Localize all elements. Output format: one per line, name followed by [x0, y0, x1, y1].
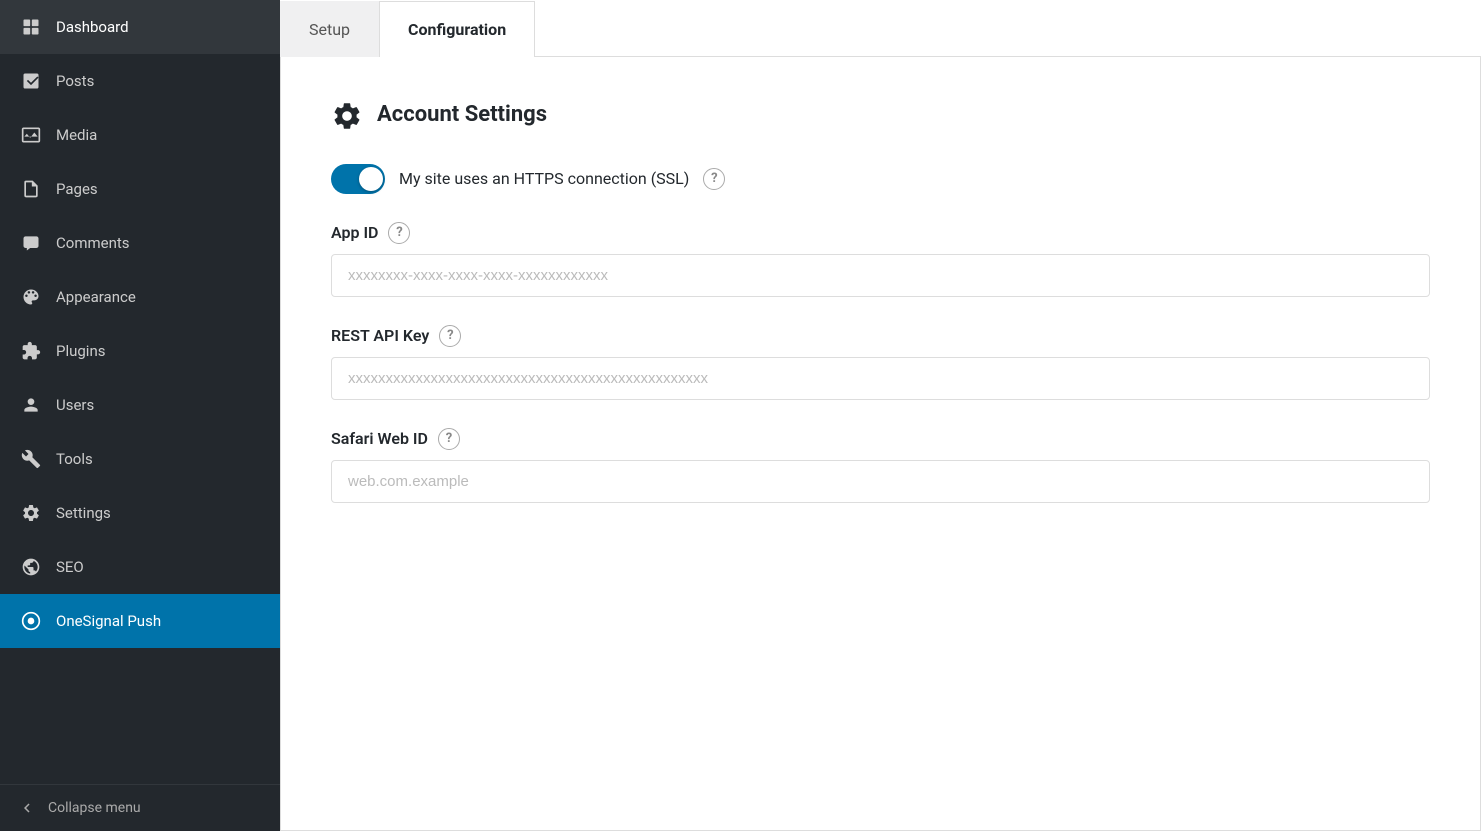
seo-icon [18, 554, 44, 580]
ssl-toggle-row: My site uses an HTTPS connection (SSL) ? [331, 164, 1430, 194]
sidebar-label-tools: Tools [56, 450, 93, 468]
collapse-icon [18, 799, 36, 817]
safari-web-id-help-badge[interactable]: ? [438, 428, 460, 450]
collapse-label: Collapse menu [48, 800, 141, 816]
sidebar-item-seo[interactable]: SEO [0, 540, 280, 594]
safari-web-id-field-group: Safari Web ID ? [331, 428, 1430, 503]
posts-icon [18, 68, 44, 94]
sidebar-item-pages[interactable]: Pages [0, 162, 280, 216]
rest-api-key-input[interactable] [331, 357, 1430, 400]
sidebar-item-settings[interactable]: Settings [0, 486, 280, 540]
app-id-input[interactable] [331, 254, 1430, 297]
safari-web-id-label-row: Safari Web ID ? [331, 428, 1430, 450]
rest-api-key-help-badge[interactable]: ? [439, 325, 461, 347]
sidebar-item-plugins[interactable]: Plugins [0, 324, 280, 378]
rest-api-key-label: REST API Key [331, 326, 429, 345]
dashboard-icon [18, 14, 44, 40]
tools-icon [18, 446, 44, 472]
ssl-label: My site uses an HTTPS connection (SSL) [399, 169, 689, 188]
tabs-bar: Setup Configuration [280, 0, 1481, 57]
rest-api-key-field-group: REST API Key ? [331, 325, 1430, 400]
gear-icon [331, 97, 363, 132]
app-id-field-group: App ID ? [331, 222, 1430, 297]
appearance-icon [18, 284, 44, 310]
pages-icon [18, 176, 44, 202]
users-icon [18, 392, 44, 418]
sidebar-item-onesignal[interactable]: OneSignal Push [0, 594, 280, 648]
app-id-label-row: App ID ? [331, 222, 1430, 244]
section-header: Account Settings [331, 97, 1430, 132]
sidebar-label-posts: Posts [56, 72, 94, 90]
toggle-track [331, 164, 385, 194]
media-icon [18, 122, 44, 148]
safari-web-id-label: Safari Web ID [331, 429, 428, 448]
sidebar-label-plugins: Plugins [56, 342, 105, 360]
sidebar-item-tools[interactable]: Tools [0, 432, 280, 486]
onesignal-icon [18, 608, 44, 634]
collapse-menu[interactable]: Collapse menu [0, 784, 280, 831]
tab-configuration[interactable]: Configuration [379, 1, 535, 57]
sidebar-item-posts[interactable]: Posts [0, 54, 280, 108]
sidebar-label-users: Users [56, 396, 94, 414]
content-panel: Account Settings My site uses an HTTPS c… [280, 57, 1481, 831]
plugins-icon [18, 338, 44, 364]
toggle-knob [359, 167, 383, 191]
sidebar-label-settings: Settings [56, 504, 111, 522]
ssl-toggle[interactable] [331, 164, 385, 194]
sidebar-item-appearance[interactable]: Appearance [0, 270, 280, 324]
comments-icon [18, 230, 44, 256]
sidebar-label-pages: Pages [56, 180, 98, 198]
rest-api-key-label-row: REST API Key ? [331, 325, 1430, 347]
sidebar-item-dashboard[interactable]: Dashboard [0, 0, 280, 54]
tab-setup[interactable]: Setup [280, 1, 379, 57]
settings-icon [18, 500, 44, 526]
ssl-help-badge[interactable]: ? [703, 168, 725, 190]
sidebar-label-comments: Comments [56, 234, 130, 252]
safari-web-id-input[interactable] [331, 460, 1430, 503]
main-content: Setup Configuration Account Settings My … [280, 0, 1481, 831]
sidebar-label-appearance: Appearance [56, 288, 136, 306]
section-title: Account Settings [377, 102, 547, 127]
sidebar: Dashboard Posts Media Pages Comments App… [0, 0, 280, 831]
sidebar-label-media: Media [56, 126, 97, 144]
sidebar-item-media[interactable]: Media [0, 108, 280, 162]
sidebar-label-seo: SEO [56, 558, 84, 576]
sidebar-label-onesignal: OneSignal Push [56, 612, 161, 630]
sidebar-item-comments[interactable]: Comments [0, 216, 280, 270]
app-id-help-badge[interactable]: ? [388, 222, 410, 244]
sidebar-item-users[interactable]: Users [0, 378, 280, 432]
sidebar-label-dashboard: Dashboard [56, 18, 129, 36]
app-id-label: App ID [331, 223, 378, 242]
